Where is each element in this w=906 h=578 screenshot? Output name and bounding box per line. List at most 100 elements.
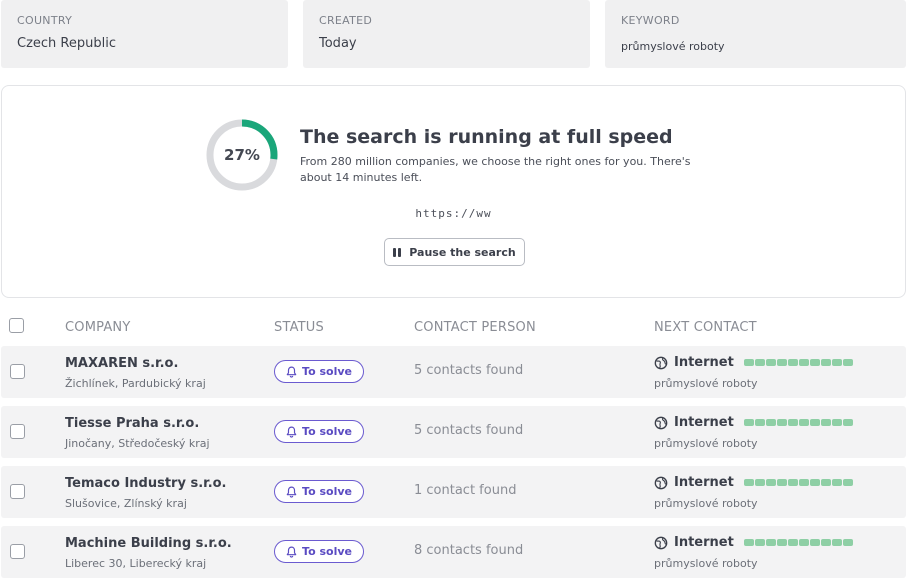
bell-icon xyxy=(286,366,297,378)
segment xyxy=(765,479,776,486)
column-header-status[interactable]: STATUS xyxy=(274,320,324,335)
next-contact: Internet xyxy=(654,415,853,430)
status-badge[interactable]: To solve xyxy=(274,420,364,443)
contacts-found: 8 contacts found xyxy=(414,543,524,558)
status-label: To solve xyxy=(302,545,352,558)
contacts-found: 5 contacts found xyxy=(414,363,524,378)
pause-icon xyxy=(393,247,402,257)
segment xyxy=(765,539,776,546)
status-badge[interactable]: To solve xyxy=(274,360,364,383)
segment xyxy=(776,539,787,546)
row-checkbox[interactable] xyxy=(10,424,25,439)
contacts-found: 1 contact found xyxy=(414,483,517,498)
segment xyxy=(754,359,765,366)
next-contact-keyword: průmyslové roboty xyxy=(654,437,758,450)
row-checkbox[interactable] xyxy=(10,544,25,559)
status-badge[interactable]: To solve xyxy=(274,480,364,503)
next-contact-progress-bar xyxy=(743,419,853,426)
pause-search-label: Pause the search xyxy=(409,245,516,259)
globe-icon xyxy=(654,356,668,369)
segment xyxy=(820,359,831,366)
company-location: Slušovice, Zlínský kraj xyxy=(65,497,187,510)
segment xyxy=(776,479,787,486)
segment xyxy=(754,419,765,426)
status-label: To solve xyxy=(302,425,352,438)
select-all-checkbox[interactable] xyxy=(9,318,24,333)
segment xyxy=(820,419,831,426)
segment xyxy=(754,479,765,486)
filter-country-label: COUNTRY xyxy=(17,14,73,27)
row-checkbox[interactable] xyxy=(10,484,25,499)
segment xyxy=(765,419,776,426)
next-contact: Internet xyxy=(654,535,853,550)
next-contact-progress-bar xyxy=(743,539,853,546)
bell-icon xyxy=(286,546,297,558)
company-location: Liberec 30, Liberecký kraj xyxy=(65,557,207,570)
globe-icon xyxy=(654,476,668,489)
table-row[interactable]: Temaco Industry s.r.o. Slušovice, Zlínský… xyxy=(1,466,906,518)
table-row[interactable]: MAXAREN s.r.o. Žichlínek, Pardubický kraj… xyxy=(1,346,906,398)
segment xyxy=(820,539,831,546)
filter-keyword-value: průmyslové roboty xyxy=(621,40,725,53)
next-contact-keyword: průmyslové roboty xyxy=(654,557,758,570)
segment xyxy=(831,479,842,486)
segment xyxy=(831,419,842,426)
company-location: Žichlínek, Pardubický kraj xyxy=(65,377,206,390)
company-name[interactable]: Tiesse Praha s.r.o. xyxy=(65,416,199,431)
company-name[interactable]: Machine Building s.r.o. xyxy=(65,536,232,551)
globe-icon xyxy=(654,536,668,549)
company-name[interactable]: Temaco Industry s.r.o. xyxy=(65,476,227,491)
segment xyxy=(798,539,809,546)
column-header-company[interactable]: COMPANY xyxy=(65,320,131,335)
status-badge[interactable]: To solve xyxy=(274,540,364,563)
next-contact-channel: Internet xyxy=(674,355,734,370)
segment xyxy=(809,419,820,426)
next-contact-keyword: průmyslové roboty xyxy=(654,497,758,510)
company-name[interactable]: MAXAREN s.r.o. xyxy=(65,356,178,371)
filter-country-value: Czech Republic xyxy=(17,36,116,51)
filter-keyword-label: KEYWORD xyxy=(621,14,680,27)
segment xyxy=(787,359,798,366)
search-status-panel: 27% The search is running at full speed … xyxy=(1,85,906,298)
row-checkbox[interactable] xyxy=(10,364,25,379)
segment xyxy=(743,419,754,426)
pause-search-button[interactable]: Pause the search xyxy=(384,238,525,266)
search-url: https://ww xyxy=(415,207,492,220)
next-contact-keyword: průmyslové roboty xyxy=(654,377,758,390)
segment xyxy=(809,539,820,546)
segment xyxy=(842,419,853,426)
segment xyxy=(809,359,820,366)
segment xyxy=(809,479,820,486)
status-label: To solve xyxy=(302,485,352,498)
next-contact-progress-bar xyxy=(743,479,853,486)
table-row[interactable]: Machine Building s.r.o. Liberec 30, Liber… xyxy=(1,526,906,578)
filter-country: COUNTRY Czech Republic xyxy=(1,0,288,68)
segment xyxy=(820,479,831,486)
table-row[interactable]: Tiesse Praha s.r.o. Jinočany, Středočeský… xyxy=(1,406,906,458)
filter-created-label: CREATED xyxy=(319,14,373,27)
segment xyxy=(765,359,776,366)
next-contact: Internet xyxy=(654,355,853,370)
search-description: From 280 million companies, we choose th… xyxy=(300,155,691,184)
segment xyxy=(787,539,798,546)
segment xyxy=(743,359,754,366)
bell-icon xyxy=(286,426,297,438)
segment xyxy=(743,539,754,546)
filter-keyword: KEYWORD průmyslové roboty xyxy=(605,0,906,68)
filter-created: CREATED Today xyxy=(303,0,590,68)
next-contact-channel: Internet xyxy=(674,535,734,550)
column-header-contact-person[interactable]: CONTACT PERSON xyxy=(414,320,536,335)
search-title: The search is running at full speed xyxy=(300,126,673,148)
segment xyxy=(787,419,798,426)
search-progress-ring: 27% xyxy=(204,117,280,193)
globe-icon xyxy=(654,416,668,429)
status-label: To solve xyxy=(302,365,352,378)
filter-created-value: Today xyxy=(319,36,357,51)
column-header-next-contact[interactable]: NEXT CONTACT xyxy=(654,320,757,335)
segment xyxy=(842,479,853,486)
segment xyxy=(776,419,787,426)
next-contact-channel: Internet xyxy=(674,415,734,430)
next-contact: Internet xyxy=(654,475,853,490)
segment xyxy=(842,359,853,366)
segment xyxy=(743,479,754,486)
